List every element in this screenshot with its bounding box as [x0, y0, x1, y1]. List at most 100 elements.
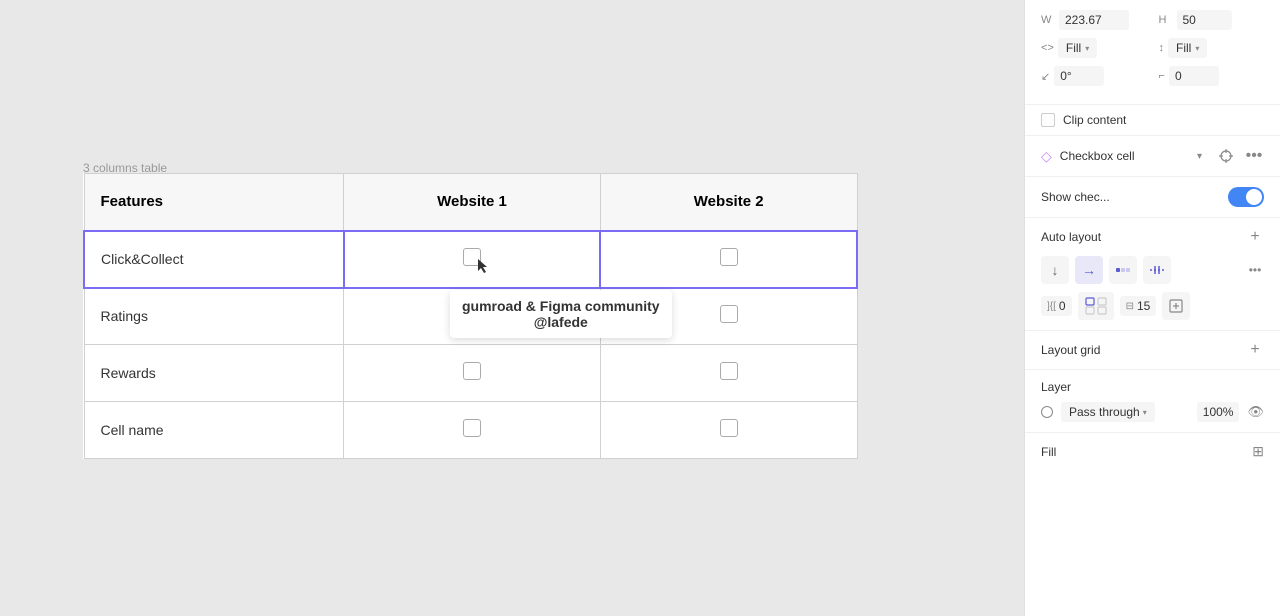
h-gap-icon: ]{[ [1047, 301, 1056, 312]
visibility-icon[interactable]: 👁 [1247, 404, 1264, 420]
header-website1: Website 1 [344, 174, 601, 231]
auto-layout-controls: ↓ → ••• ]{[ 0 [1025, 256, 1280, 331]
horizontal-gap-field[interactable]: ]{[ 0 [1041, 296, 1072, 316]
alignment-spacer [1078, 292, 1114, 320]
checkbox-icon[interactable] [720, 362, 738, 380]
fill-header: Fill ⊞ [1041, 443, 1264, 460]
pass-through-label: Pass through [1069, 405, 1140, 419]
chevron-down-icon: ▾ [1143, 408, 1147, 417]
more-options-icon[interactable]: ••• [1246, 261, 1264, 279]
checkbox-icon[interactable] [463, 305, 481, 323]
diamond-icon: ◇ [1041, 148, 1052, 165]
layout-grid-title: Layout grid [1041, 343, 1246, 357]
clip-checkbox[interactable] [1041, 113, 1055, 127]
alignment-grid[interactable] [1109, 256, 1137, 284]
checkbox-icon[interactable] [720, 305, 738, 323]
table-row[interactable]: Cell name [84, 402, 857, 459]
cursor-icon [478, 259, 490, 273]
crosshair-icon [1219, 149, 1233, 163]
layer-row: Pass through ▾ 100% 👁 [1041, 402, 1264, 422]
checkbox-cell[interactable] [344, 345, 601, 402]
component-header: ◇ Checkbox cell ▾ ••• [1025, 136, 1280, 177]
row-feature-label: Click&Collect [84, 231, 344, 288]
vertical-gap-field[interactable]: ⊟ 15 [1120, 296, 1157, 316]
clip-content-row: Clip content [1025, 105, 1280, 136]
right-panel: W H <> Fill ▾ ↕ Fill ▾ [1024, 0, 1280, 616]
chevron-down-icon: ▾ [1195, 44, 1199, 53]
direction-right-button[interactable]: → [1075, 256, 1103, 284]
table-header-row: Features Website 1 Website 2 [84, 174, 857, 231]
add-layout-grid-button[interactable]: + [1246, 341, 1264, 359]
checkbox-icon[interactable] [720, 248, 738, 266]
checkbox-icon[interactable] [463, 419, 481, 437]
width-field: W [1041, 10, 1147, 30]
rotation-field: ↙ [1041, 66, 1147, 86]
corner-radius-field: ⌐ [1159, 66, 1265, 86]
component-target-icon[interactable] [1216, 146, 1236, 166]
comparison-table: Features Website 1 Website 2 Click&Colle… [83, 173, 858, 459]
fill-y-field: ↕ Fill ▾ [1159, 38, 1265, 58]
checkbox-icon[interactable] [720, 419, 738, 437]
table-row[interactable]: Ratings [84, 288, 857, 345]
layout-grid-section: Layout grid + [1025, 331, 1280, 370]
fill-title: Fill [1041, 445, 1252, 459]
header-website2: Website 2 [600, 174, 857, 231]
show-label: Show chec... [1041, 190, 1220, 204]
h-gap-value: 0 [1059, 299, 1066, 313]
layer-circle-icon [1041, 406, 1053, 418]
checkbox-cell[interactable] [600, 345, 857, 402]
auto-layout-title: Auto layout [1041, 230, 1246, 244]
layer-section: Layer Pass through ▾ 100% 👁 [1025, 370, 1280, 433]
height-input[interactable] [1177, 10, 1232, 30]
v-gap-value: 15 [1137, 299, 1150, 313]
add-auto-layout-button[interactable]: + [1246, 228, 1264, 246]
spacer-button[interactable] [1143, 256, 1171, 284]
w-label: W [1041, 14, 1055, 26]
fill-x-value: Fill [1066, 41, 1081, 55]
rotation-input[interactable] [1054, 66, 1104, 86]
show-checkbox-row: Show chec... [1025, 177, 1280, 218]
checkbox-cell[interactable] [600, 402, 857, 459]
canvas: 3 columns table Features Website 1 Websi… [0, 0, 1024, 616]
fill-y-dropdown[interactable]: Fill ▾ [1168, 38, 1207, 58]
checkbox-icon[interactable] [463, 248, 481, 266]
toggle-switch[interactable] [1228, 187, 1264, 207]
grid-icon [1114, 261, 1132, 279]
checkbox-cell[interactable] [344, 288, 601, 345]
auto-layout-section: Auto layout + [1025, 218, 1280, 256]
checkbox-icon[interactable] [463, 362, 481, 380]
height-field: H [1159, 10, 1265, 30]
up-arrow-icon: ↕ [1159, 42, 1165, 54]
expand-icon[interactable] [1162, 292, 1190, 320]
row-feature-label: Ratings [84, 288, 344, 345]
more-icon[interactable]: ••• [1244, 146, 1264, 166]
checkbox-cell[interactable] [600, 288, 857, 345]
fill-section: Fill ⊞ [1025, 433, 1280, 470]
table-row[interactable]: Click&Collect [84, 231, 857, 288]
fill-grid-icon[interactable]: ⊞ [1252, 443, 1264, 460]
chevron-down-icon[interactable]: ▾ [1197, 151, 1202, 162]
h-label: H [1159, 14, 1173, 26]
layer-mode-dropdown[interactable]: Pass through ▾ [1061, 402, 1155, 422]
checkbox-cell-selected[interactable] [344, 231, 601, 288]
spacer-icon [1148, 261, 1166, 279]
component-name: Checkbox cell [1060, 149, 1189, 163]
fill-y-value: Fill [1176, 41, 1191, 55]
table-row[interactable]: Rewards [84, 345, 857, 402]
checkbox-cell[interactable] [344, 402, 601, 459]
clip-label: Clip content [1063, 113, 1126, 127]
dimensions-section: W H <> Fill ▾ ↕ Fill ▾ [1025, 0, 1280, 105]
opacity-value[interactable]: 100% [1197, 402, 1240, 422]
toggle-knob [1246, 189, 1262, 205]
code-icon: <> [1041, 42, 1054, 54]
v-gap-icon: ⊟ [1126, 301, 1134, 312]
fill-x-dropdown[interactable]: Fill ▾ [1058, 38, 1097, 58]
corner-input[interactable] [1169, 66, 1219, 86]
align-grid-icon [1085, 297, 1107, 315]
rotation-icon: ↙ [1041, 70, 1050, 83]
checkbox-cell[interactable] [600, 231, 857, 288]
direction-down-button[interactable]: ↓ [1041, 256, 1069, 284]
chevron-down-icon: ▾ [1085, 44, 1089, 53]
row-feature-label: Rewards [84, 345, 344, 402]
width-input[interactable] [1059, 10, 1129, 30]
